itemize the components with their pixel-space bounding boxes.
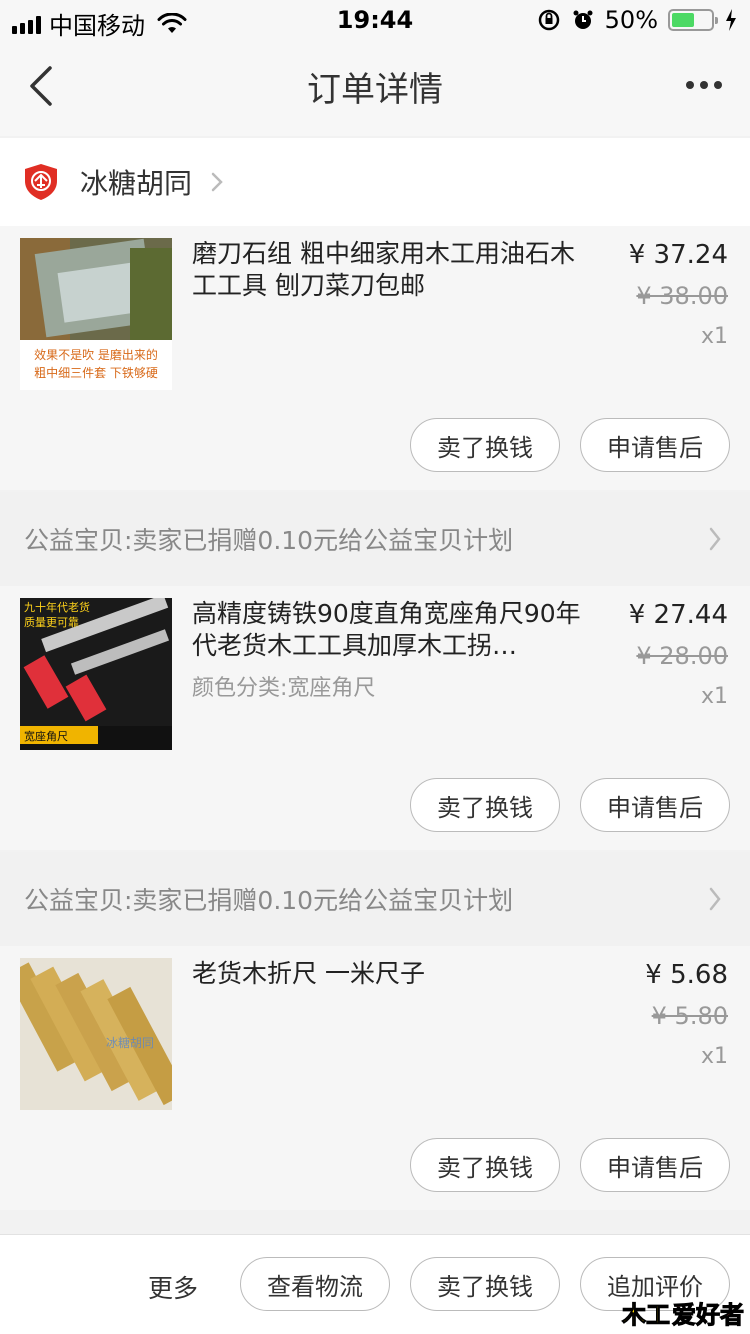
order-item: 冰糖胡同 老货木折尺 一米尺子 ¥ 5.68 ¥ 5.80 x1 卖了换钱 申请… xyxy=(0,946,750,1210)
more-link[interactable]: 更多 xyxy=(148,1269,198,1305)
battery-percentage: 50% xyxy=(604,6,658,34)
status-bar: 中国移动 19:44 50% xyxy=(0,0,750,40)
quantity: x1 xyxy=(700,324,728,349)
product-title[interactable]: 高精度铸铁90度直角宽座角尺90年代老货木工工具加厚木工拐… xyxy=(192,598,582,662)
chevron-right-icon xyxy=(211,172,223,192)
sell-button[interactable]: 卖了换钱 xyxy=(410,1257,560,1311)
after-sale-button[interactable]: 申请售后 xyxy=(580,418,730,472)
after-sale-button[interactable]: 申请售后 xyxy=(580,1138,730,1192)
chevron-right-icon xyxy=(709,887,721,911)
watermark-logo: 木工 爱好者 xyxy=(622,1295,745,1330)
original-price: ¥ 38.00 xyxy=(636,282,728,310)
thumb-caption: 九十年代老货 xyxy=(24,601,90,614)
product-image-square-ruler[interactable]: 九十年代老货 质量更可靠 宽座角尺 xyxy=(20,598,172,750)
shop-header[interactable]: 冰糖胡同 xyxy=(0,138,750,226)
product-price: ¥ 37.24 xyxy=(628,240,728,270)
product-title[interactable]: 磨刀石组 粗中细家用木工用油石木工工具 刨刀菜刀包邮 xyxy=(192,238,582,302)
sell-button[interactable]: 卖了换钱 xyxy=(410,1138,560,1192)
thumb-caption: 效果不是吹 是磨出来的 xyxy=(34,348,158,362)
charity-text: 公益宝贝:卖家已捐赠0.10元给公益宝贝计划 xyxy=(24,886,514,915)
original-price: ¥ 28.00 xyxy=(636,642,728,670)
charity-row[interactable]: 公益宝贝:卖家已捐赠0.10元给公益宝贝计划 xyxy=(0,852,750,946)
product-image-whetstone[interactable]: 效果不是吹 是磨出来的 粗中细三件套 下铁够硬 xyxy=(20,238,172,390)
thumb-caption: 宽座角尺 xyxy=(24,730,68,743)
watermark-text: 爱好者 xyxy=(672,1301,745,1330)
more-options-icon[interactable] xyxy=(686,70,726,100)
thumb-caption: 粗中细三件套 下铁够硬 xyxy=(34,366,158,380)
sell-button[interactable]: 卖了换钱 xyxy=(410,778,560,832)
product-image-folding-ruler[interactable]: 冰糖胡同 xyxy=(20,958,172,1110)
watermark-text: 木工 xyxy=(622,1301,671,1330)
nav-bar: 订单详情 xyxy=(0,40,750,136)
order-item: 效果不是吹 是磨出来的 粗中细三件套 下铁够硬 磨刀石组 粗中细家用木工用油石木… xyxy=(0,226,750,490)
after-sale-button[interactable]: 申请售后 xyxy=(580,778,730,832)
battery-icon xyxy=(668,9,718,31)
quantity: x1 xyxy=(700,684,728,709)
product-title[interactable]: 老货木折尺 一米尺子 xyxy=(192,958,582,990)
shop-logo-icon xyxy=(25,164,57,200)
product-variant: 颜色分类:宽座角尺 xyxy=(192,676,376,701)
charging-icon xyxy=(726,9,736,31)
thumb-caption: 质量更可靠 xyxy=(24,616,79,629)
order-item: 九十年代老货 质量更可靠 宽座角尺 高精度铸铁90度直角宽座角尺90年代老货木工… xyxy=(0,586,750,850)
quantity: x1 xyxy=(700,1044,728,1069)
page-title: 订单详情 xyxy=(307,70,443,110)
thumb-watermark: 冰糖胡同 xyxy=(106,1036,155,1050)
alarm-icon xyxy=(573,10,593,29)
original-price: ¥ 5.80 xyxy=(651,1002,728,1030)
chevron-right-icon xyxy=(709,527,721,551)
shop-name: 冰糖胡同 xyxy=(80,167,193,200)
status-right: 50% xyxy=(537,6,738,34)
charity-row[interactable]: 公益宝贝:卖家已捐赠0.10元给公益宝贝计划 xyxy=(0,492,750,586)
rotation-lock-icon xyxy=(538,9,559,31)
view-logistics-button[interactable]: 查看物流 xyxy=(240,1257,390,1311)
product-price: ¥ 5.68 xyxy=(645,960,728,990)
sell-button[interactable]: 卖了换钱 xyxy=(410,418,560,472)
bottom-action-bar: 更多 查看物流 卖了换钱 追加评价 木工 爱好者 xyxy=(0,1234,750,1334)
product-price: ¥ 27.44 xyxy=(628,600,728,630)
charity-text: 公益宝贝:卖家已捐赠0.10元给公益宝贝计划 xyxy=(24,526,514,555)
